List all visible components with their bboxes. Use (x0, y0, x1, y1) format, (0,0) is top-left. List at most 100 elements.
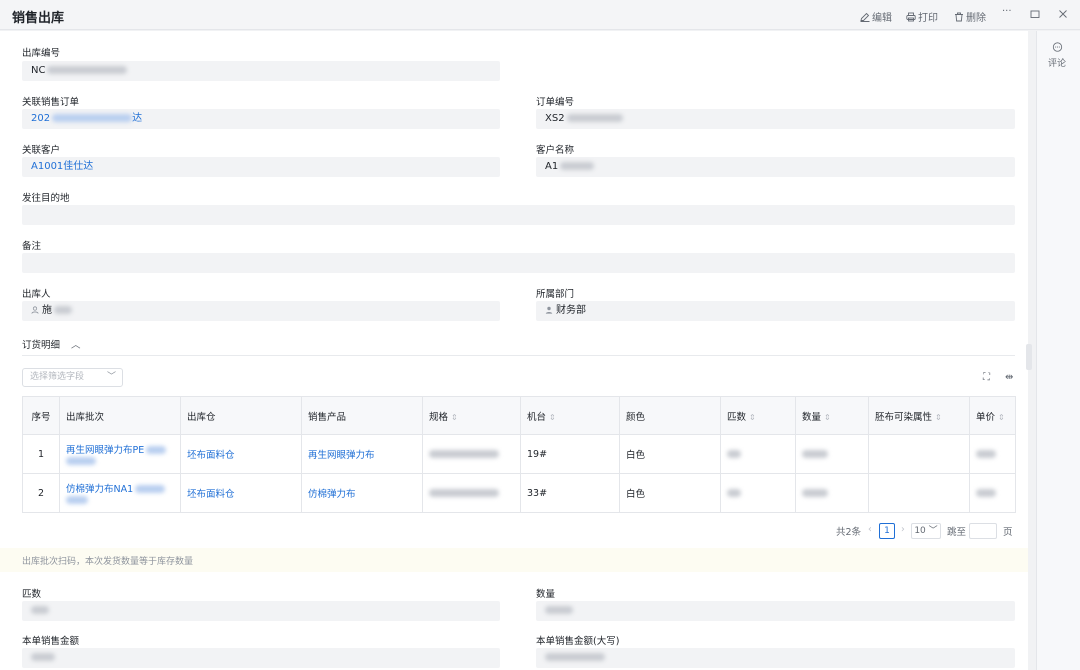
amount-upper-field (536, 648, 1015, 668)
pieces-label: 匹数 (22, 589, 42, 600)
col-header-warehouse: 出库仓 (180, 396, 302, 435)
sort-icon: ⇕ (451, 412, 458, 422)
sort-icon: ⇕ (549, 412, 556, 422)
goto-label: 跳至 (947, 527, 967, 538)
customer-name-field: A1 (536, 157, 1015, 177)
cell-dyeable (868, 473, 970, 513)
edit-button-label: 编辑 (872, 13, 892, 24)
side-collapse-handle[interactable] (1026, 344, 1032, 370)
filter-field-select[interactable]: 选择筛选字段 ﹀ (22, 368, 123, 387)
amount-label: 本单销售金额 (22, 636, 80, 647)
customer-name-label: 客户名称 (536, 145, 575, 156)
edit-button[interactable]: 编辑 (860, 9, 892, 24)
next-page-icon[interactable]: › (901, 524, 905, 535)
close-button[interactable] (1058, 9, 1068, 19)
col-header-spec[interactable]: 规格 ⇕ (422, 396, 521, 435)
section-divider (22, 355, 1015, 356)
operator-field: 施 (22, 301, 500, 321)
order-no-field: XS2 (536, 109, 1015, 129)
comment-icon (1052, 42, 1062, 52)
comment-label: 评论 (1047, 59, 1066, 69)
right-rail (1036, 31, 1080, 670)
cell-no: 1 (22, 434, 60, 474)
quantity-field (536, 601, 1015, 621)
pager-total: 共2条 (836, 527, 862, 538)
title-bar: 销售出库 编辑 打印 删除 ··· (0, 0, 1080, 30)
cell-machine: 19# (520, 434, 620, 474)
department-icon (545, 306, 553, 314)
operator-label: 出库人 (22, 289, 51, 300)
user-icon (31, 306, 39, 314)
cell-dyeable (868, 434, 970, 474)
page-unit-label: 页 (1003, 527, 1013, 538)
cell-price (969, 434, 1016, 474)
chevron-up-icon: ︿ (71, 340, 81, 351)
pencil-icon (860, 12, 870, 22)
col-header-price[interactable]: 单价 ⇕ (969, 396, 1016, 435)
order-detail-section-title[interactable]: 订货明细 ︿ (22, 337, 81, 351)
maximize-button[interactable] (1030, 9, 1040, 19)
more-button[interactable]: ··· (1002, 6, 1012, 17)
col-header-quantity[interactable]: 数量 ⇕ (795, 396, 869, 435)
table-header-row: 序号 出库批次 出库仓 销售产品 规格 ⇕ 机台 ⇕ 颜色 匹数 ⇕ 数量 ⇕ 胚布可染… (22, 396, 1016, 435)
sort-icon: ⇕ (935, 412, 942, 422)
print-button[interactable]: 打印 (906, 9, 938, 24)
goto-page-input[interactable] (969, 523, 997, 539)
sort-icon: ⇕ (998, 412, 1005, 422)
cell-no: 2 (22, 473, 60, 513)
cell-batch[interactable]: 仿棉弹力布NA1 (59, 473, 181, 513)
column-width-icon[interactable]: ⇹ (1005, 372, 1013, 383)
trash-icon (955, 12, 963, 21)
cell-price (969, 473, 1016, 513)
linked-order-label: 关联销售订单 (22, 97, 80, 108)
cell-spec (422, 473, 521, 513)
pieces-field (22, 601, 500, 621)
cell-color: 白色 (619, 434, 721, 474)
delete-button[interactable]: 删除 (954, 9, 986, 24)
page-1-button[interactable]: 1 (879, 523, 895, 539)
table-row: 2 仿棉弹力布NA1 坯布面料仓 仿棉弹力布 33# 白色 (22, 473, 1016, 513)
col-header-dyeable[interactable]: 胚布可染属性 ⇕ (868, 396, 970, 435)
cell-quantity (795, 473, 869, 513)
close-icon (1059, 10, 1067, 18)
col-header-product: 销售产品 (301, 396, 423, 435)
page-title: 销售出库 (12, 11, 65, 26)
col-header-pieces[interactable]: 匹数 ⇕ (720, 396, 796, 435)
dept-label: 所属部门 (536, 289, 575, 300)
cell-warehouse[interactable]: 坯布面料仓 (180, 434, 302, 474)
cell-product[interactable]: 再生网眼弹力布 (301, 434, 423, 474)
remark-label: 备注 (22, 241, 42, 252)
cell-batch[interactable]: 再生网眼弹力布PE (59, 434, 181, 474)
cell-warehouse[interactable]: 坯布面料仓 (180, 473, 302, 513)
col-header-no: 序号 (22, 396, 60, 435)
table-row: 1 再生网眼弹力布PE 坯布面料仓 再生网眼弹力布 19# 白色 (22, 434, 1016, 474)
order-detail-table: 序号 出库批次 出库仓 销售产品 规格 ⇕ 机台 ⇕ 颜色 匹数 ⇕ 数量 ⇕ 胚布可染… (22, 396, 1016, 513)
remark-field (22, 253, 1015, 273)
destination-label: 发往目的地 (22, 193, 70, 204)
cell-spec (422, 434, 521, 474)
print-button-label: 打印 (918, 13, 938, 24)
comment-button[interactable]: 评论 (1046, 42, 1068, 69)
cell-product[interactable]: 仿棉弹力布 (301, 473, 423, 513)
col-header-machine[interactable]: 机台 ⇕ (520, 396, 620, 435)
fullscreen-icon[interactable]: ⛶ (983, 372, 990, 383)
dept-field: 财务部 (536, 301, 1015, 321)
col-header-color: 颜色 (619, 396, 721, 435)
cell-machine: 33# (520, 473, 620, 513)
cell-quantity (795, 434, 869, 474)
more-icon: ··· (1002, 6, 1012, 17)
prev-page-icon[interactable]: ‹ (868, 524, 872, 535)
destination-field (22, 205, 1015, 225)
amount-field (22, 648, 500, 668)
cell-pieces (720, 434, 796, 474)
page-size-select[interactable]: 10 ﹀ (911, 523, 941, 539)
sort-icon: ⇕ (824, 412, 831, 422)
scan-note: 出库批次扫码，本次发货数量等于库存数量 (0, 548, 1028, 572)
delete-button-label: 删除 (966, 13, 986, 24)
printer-icon (906, 12, 916, 21)
linked-order-field[interactable]: 202 达 (22, 109, 500, 129)
quantity-label: 数量 (536, 589, 556, 600)
outbound-no-field: NC (22, 61, 500, 81)
amount-upper-label: 本单销售金额(大写) (536, 636, 620, 647)
linked-customer-field[interactable]: A1001佳仕达 (22, 157, 500, 177)
